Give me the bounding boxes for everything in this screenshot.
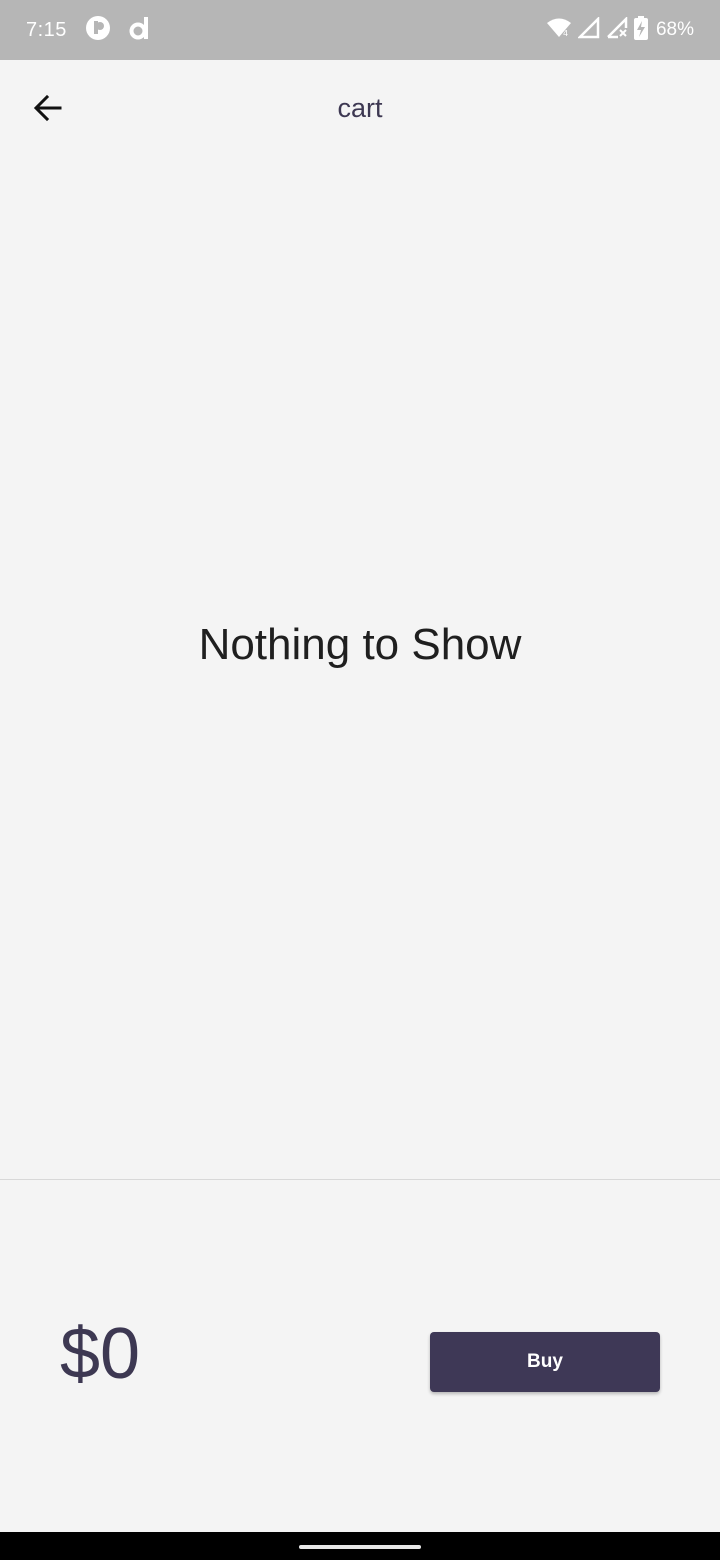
signal-icon (576, 15, 600, 44)
signal-no-data-icon (606, 15, 628, 44)
page-title: cart (337, 92, 383, 123)
empty-state-message: Nothing to Show (198, 620, 522, 669)
total-price: $0 (60, 1314, 141, 1394)
d-app-icon (129, 15, 151, 46)
battery-charging-icon (633, 15, 648, 45)
svg-text:4: 4 (563, 29, 568, 38)
navigation-bar (0, 1532, 720, 1560)
status-left: 7:15 (26, 15, 151, 46)
status-bar: 7:15 4 68% (0, 0, 720, 60)
cart-screen: 7:15 4 68% cart Nothing to Show $0 Buy (0, 0, 720, 1560)
divider (0, 1179, 720, 1180)
status-right: 4 68% (546, 15, 694, 45)
status-time: 7:15 (26, 18, 67, 41)
arrow-left-icon (33, 94, 62, 122)
buy-button[interactable]: Buy (430, 1332, 660, 1392)
home-indicator[interactable] (299, 1545, 421, 1549)
back-button[interactable] (24, 84, 72, 132)
wifi-icon: 4 (546, 17, 572, 44)
battery-percentage: 68% (655, 19, 694, 40)
notification-app-icon (85, 15, 111, 46)
app-bar: cart (0, 60, 720, 156)
